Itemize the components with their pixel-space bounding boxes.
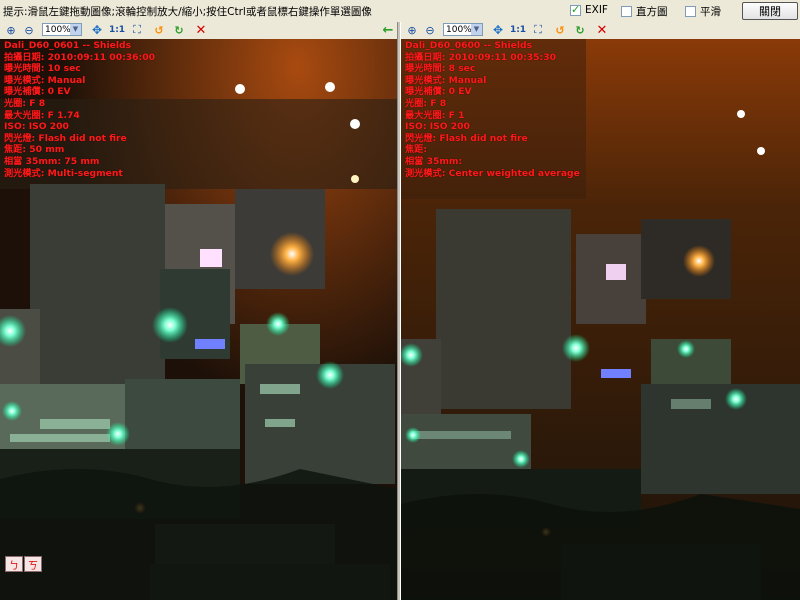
exif-line: 拍攝日期: 2010:09:11 00:36:00 [4,51,156,63]
exif-line: 曝光模式: Manual [405,74,487,86]
exif-line: 焦距: [405,144,428,156]
exif-line: 閃光燈: Flash did not fire [4,132,127,144]
exif-line: Dali_D60_0601 -- Shields [4,40,132,51]
exif-line: ISO: ISO 200 [405,121,470,133]
actual-size-button[interactable]: 1:1 [109,23,125,37]
exif-checkbox-label: EXIF [585,4,608,16]
zoom-in-icon[interactable] [4,23,18,37]
fit-window-icon[interactable] [491,23,505,37]
sync-arrow-icon[interactable] [381,23,395,37]
zoom-select[interactable]: 100% ▼ [42,23,82,36]
delete-icon[interactable] [595,23,609,37]
mini-button-right[interactable]: ㄎ [24,556,42,572]
zoom-select-value: 100% [446,25,472,35]
exif-line: 拍攝日期: 2010:09:11 00:35:30 [405,51,557,63]
right-image-pane[interactable]: 100% ▼ 1:1 [401,22,800,600]
rotate-right-icon[interactable] [172,23,186,37]
mini-button-left[interactable]: ㄅ [5,556,23,572]
fullscreen-icon[interactable] [531,23,545,37]
smooth-checkbox[interactable]: 平滑 [685,4,721,19]
smooth-checkbox-label: 平滑 [700,6,721,18]
rotate-right-icon[interactable] [573,23,587,37]
mini-tool-buttons: ㄅ ㄎ [5,556,42,572]
top-bar: 提示:滑鼠左鍵拖動圖像;滾輪控制放大/縮小;按住Ctrl或者鼠標右鍵操作單選圖像… [0,0,800,22]
exif-line: 閃光燈: Flash did not fire [405,132,528,144]
actual-size-button[interactable]: 1:1 [510,23,526,37]
exif-line: 曝光模式: Manual [4,74,86,86]
exif-line: ISO: ISO 200 [4,121,69,133]
exif-line: 測光模式: Center weighted average [405,167,580,179]
zoom-select-value: 100% [45,25,71,35]
exif-line: Dali_D60_0600 -- Shields [405,40,533,51]
chevron-down-icon[interactable]: ▼ [70,24,81,35]
exif-line: 最大光圈: F 1 [405,109,465,121]
histogram-checkbox-box[interactable] [621,6,632,17]
fullscreen-icon[interactable] [130,23,144,37]
exif-checkbox[interactable]: EXIF [570,3,608,16]
zoom-in-icon[interactable] [405,23,419,37]
exif-line: 曝光補償: 0 EV [4,86,71,98]
exif-line: 測光模式: Multi-segment [4,167,123,179]
smooth-checkbox-box[interactable] [685,6,696,17]
exif-line: 相當 35mm: 75 mm [4,155,100,167]
histogram-checkbox[interactable]: 直方圖 [621,4,668,19]
rotate-left-icon[interactable] [553,23,567,37]
exif-line: 曝光時間: 10 sec [4,63,81,75]
left-image-pane[interactable]: 100% ▼ 1:1 [0,22,397,600]
exif-line: 相當 35mm: [405,155,463,167]
left-toolbar: 100% ▼ 1:1 [0,22,397,40]
exif-line: 曝光補償: 0 EV [405,86,472,98]
delete-icon[interactable] [194,23,208,37]
zoom-select[interactable]: 100% ▼ [443,23,483,36]
exif-line: 最大光圈: F 1.74 [4,109,80,121]
exif-line: 光圈: F 8 [405,97,447,109]
right-toolbar: 100% ▼ 1:1 [401,22,800,40]
close-button[interactable]: 關閉 [742,2,798,20]
histogram-checkbox-label: 直方圖 [636,6,668,18]
chevron-down-icon[interactable]: ▼ [471,24,482,35]
zoom-out-icon[interactable] [423,23,437,37]
exif-checkbox-box[interactable] [570,3,581,16]
left-exif-overlay: Dali_D60_0601 -- Shields 拍攝日期: 2010:09:1… [4,40,155,179]
right-exif-overlay: Dali_D60_0600 -- Shields 拍攝日期: 2010:09:1… [405,40,580,179]
zoom-out-icon[interactable] [22,23,36,37]
exif-line: 焦距: 50 mm [4,144,65,156]
hint-text: 提示:滑鼠左鍵拖動圖像;滾輪控制放大/縮小;按住Ctrl或者鼠標右鍵操作單選圖像 [3,6,372,18]
rotate-left-icon[interactable] [152,23,166,37]
exif-line: 曝光時間: 8 sec [405,63,476,75]
fit-window-icon[interactable] [90,23,104,37]
exif-line: 光圈: F 8 [4,97,46,109]
